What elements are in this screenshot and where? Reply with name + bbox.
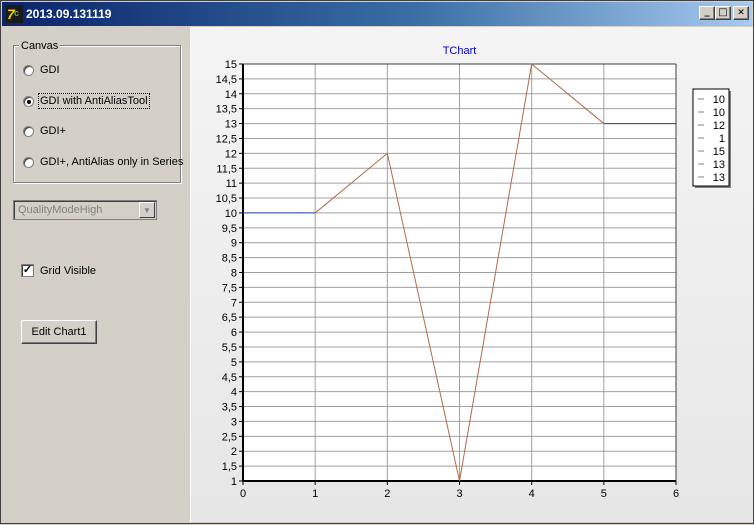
y-tick-label: 8 xyxy=(231,268,237,280)
x-tick-label: 3 xyxy=(456,488,462,500)
app-window: 7 c 2013.09.131119 _ □ ✕ Canvas GDI GDI … xyxy=(0,0,754,524)
grid-visible-label: Grid Visible xyxy=(40,264,97,277)
y-tick-label: 14 xyxy=(225,89,237,101)
grid-visible-checkbox-box[interactable]: ✓ xyxy=(21,264,34,277)
y-tick-label: 5 xyxy=(231,357,237,369)
maximize-button[interactable]: □ xyxy=(715,6,731,20)
y-tick-label: 1 xyxy=(231,476,237,488)
minimize-button[interactable]: _ xyxy=(699,6,715,20)
window-title: 2013.09.131119 xyxy=(26,7,112,21)
quality-mode-combo[interactable]: QualityModeHigh ▼ xyxy=(13,200,157,220)
edit-chart-button-label: Edit Chart1 xyxy=(31,326,87,338)
y-tick-label: 3,5 xyxy=(222,402,237,414)
radio-gdiplus-indicator[interactable] xyxy=(23,125,34,137)
y-tick-label: 5,5 xyxy=(222,342,237,354)
canvas-group-title: Canvas xyxy=(19,40,61,52)
y-tick-label: 4 xyxy=(231,387,237,399)
y-tick-label: 10 xyxy=(225,208,237,220)
y-tick-label: 7 xyxy=(231,297,237,309)
chart-panel[interactable]: TChart 1 1,5 2 2,5 3 3,5 4 4,5 5 5,5 6 6,5 7 7,5 8 8,5 9 9… xyxy=(190,27,753,522)
x-tick-label: 1 xyxy=(312,488,318,500)
radio-gdi-label: GDI xyxy=(40,64,60,76)
radio-gdi-indicator[interactable] xyxy=(23,64,34,76)
y-tick-label: 3 xyxy=(231,416,237,428)
checkmark-icon: ✓ xyxy=(22,264,33,276)
radio-gdiplus-antialias-series-indicator[interactable] xyxy=(23,156,34,168)
y-tick-label: 4,5 xyxy=(222,372,237,384)
y-tick-label: 8,5 xyxy=(222,253,237,265)
x-tick-label: 4 xyxy=(529,488,535,500)
radio-gdiplus-antialias-series[interactable]: GDI+, AntiAlias only in Series xyxy=(23,153,183,171)
legend-item: 12 xyxy=(713,120,725,132)
y-tick-label: 9 xyxy=(231,238,237,250)
teechart-app-icon: 7 c xyxy=(6,5,23,23)
legend-item: 10 xyxy=(713,107,725,119)
legend-item: 13 xyxy=(713,172,725,184)
radio-gdi-antialias-label: GDI with AntiAliasTool xyxy=(38,93,150,109)
y-tick-label: 2 xyxy=(231,446,237,458)
y-tick-label: 12 xyxy=(225,148,237,160)
y-tick-label: 13 xyxy=(225,119,237,131)
radio-gdiplus-antialias-series-label: GDI+, AntiAlias only in Series xyxy=(40,156,184,168)
y-tick-label: 7,5 xyxy=(222,282,237,294)
radio-gdi[interactable]: GDI xyxy=(23,61,60,79)
quality-mode-value: QualityModeHigh xyxy=(18,204,103,216)
legend-item: 15 xyxy=(713,146,725,158)
close-icon: ✕ xyxy=(737,8,745,18)
y-tick-label: 12,5 xyxy=(216,133,237,145)
y-tick-label: 9,5 xyxy=(222,223,237,235)
combo-dropdown-button[interactable]: ▼ xyxy=(139,202,155,218)
x-tick-label: 2 xyxy=(384,488,390,500)
tchart[interactable]: TChart11,522,533,544,555,566,577,588,599… xyxy=(191,27,753,522)
settings-panel: Canvas GDI GDI with AntiAliasTool GDI+ G… xyxy=(3,27,189,522)
radio-gdiplus[interactable]: GDI+ xyxy=(23,122,66,140)
x-tick-label: 0 xyxy=(240,488,246,500)
y-tick-label: 11 xyxy=(226,178,237,190)
y-tick-label: 6 xyxy=(231,327,237,339)
legend-item: 1 xyxy=(719,133,725,145)
y-tick-label: 6,5 xyxy=(222,312,237,324)
radio-gdiplus-label: GDI+ xyxy=(40,125,66,137)
grid-visible-checkbox[interactable]: ✓ Grid Visible xyxy=(21,264,96,277)
x-tick-label: 5 xyxy=(601,488,607,500)
chevron-down-icon: ▼ xyxy=(143,205,151,215)
legend-item: 10 xyxy=(713,94,725,106)
y-tick-label: 1,5 xyxy=(222,461,237,473)
y-tick-label: 13,5 xyxy=(216,104,237,116)
close-button[interactable]: ✕ xyxy=(733,6,749,20)
y-tick-label: 11,5 xyxy=(216,163,237,175)
title-bar[interactable]: 7 c 2013.09.131119 _ □ ✕ xyxy=(2,2,752,26)
radio-gdi-antialias-indicator[interactable] xyxy=(23,95,34,107)
chart-title: TChart xyxy=(443,45,477,57)
edit-chart-button[interactable]: Edit Chart1 xyxy=(21,320,97,344)
y-tick-label: 15 xyxy=(225,59,237,71)
maximize-icon: □ xyxy=(718,7,728,18)
y-tick-label: 14,5 xyxy=(216,74,237,86)
y-tick-label: 2,5 xyxy=(222,431,237,443)
y-tick-label: 10,5 xyxy=(216,193,237,205)
radio-gdi-antialias[interactable]: GDI with AntiAliasTool xyxy=(23,92,150,110)
legend-item: 13 xyxy=(713,159,725,171)
svg-text:c: c xyxy=(14,8,19,18)
x-tick-label: 6 xyxy=(673,488,679,500)
minimize-icon: _ xyxy=(704,5,710,17)
